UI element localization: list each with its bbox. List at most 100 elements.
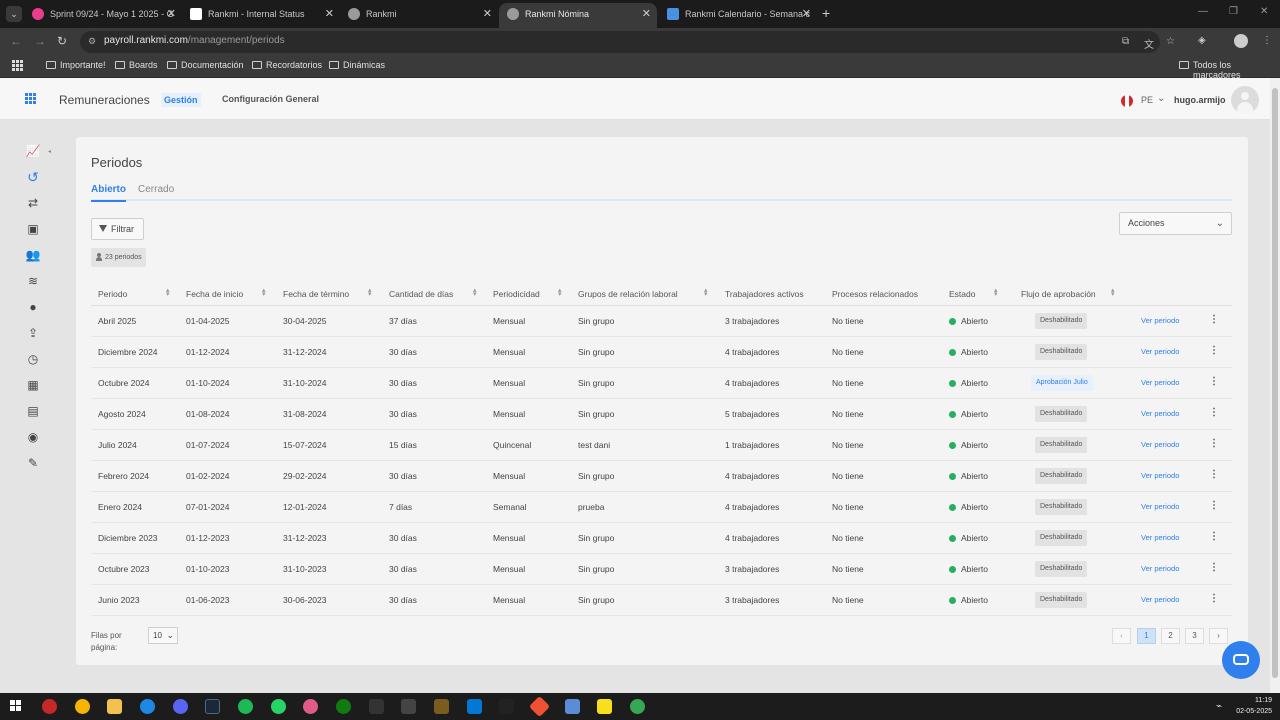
- close-window-icon[interactable]: ✕: [1260, 6, 1268, 17]
- column-header-fecha-inicio[interactable]: Fecha de inicio: [186, 289, 243, 299]
- rows-per-page-select[interactable]: 10 ⌄: [148, 627, 178, 644]
- scrollbar-thumb[interactable]: [1272, 88, 1278, 678]
- page-button-2[interactable]: 2: [1161, 628, 1180, 644]
- nav-tab-gestion[interactable]: Gestión: [161, 93, 201, 107]
- browser-profile-icon[interactable]: [1234, 34, 1248, 48]
- calculator-icon[interactable]: ▦: [25, 377, 41, 393]
- minimize-icon[interactable]: —: [1198, 6, 1208, 17]
- column-header-estado[interactable]: Estado: [949, 289, 975, 299]
- reload-icon[interactable]: ↻: [57, 34, 67, 48]
- ver-periodo-link[interactable]: Ver periodo: [1141, 316, 1179, 325]
- forward-icon[interactable]: →: [34, 34, 46, 48]
- bookmark-dinamicas[interactable]: Dinámicas: [329, 60, 385, 70]
- more-options-icon[interactable]: ⋮: [1209, 375, 1219, 389]
- more-options-icon[interactable]: ⋮: [1209, 437, 1219, 451]
- opera-icon[interactable]: [42, 699, 57, 714]
- bookmark-documentacion[interactable]: Documentación: [167, 60, 244, 70]
- avatar[interactable]: [1231, 86, 1259, 114]
- xbox-icon[interactable]: [336, 699, 351, 714]
- pen-tool-icon[interactable]: ✎: [25, 455, 41, 471]
- support-chat-button[interactable]: [1222, 641, 1260, 679]
- more-options-icon[interactable]: ⋮: [1209, 468, 1219, 482]
- chrome-profile-icon[interactable]: [630, 699, 645, 714]
- upload-file-icon[interactable]: ⇪: [25, 325, 41, 341]
- history-icon[interactable]: ↺: [25, 169, 41, 185]
- spotify-icon[interactable]: [238, 699, 253, 714]
- dashboard-chart-icon[interactable]: 📈: [25, 143, 41, 159]
- bookmark-star-icon[interactable]: ☆: [1166, 36, 1175, 47]
- ver-periodo-link[interactable]: Ver periodo: [1141, 471, 1179, 480]
- tab-search-button[interactable]: ⌄: [6, 6, 22, 22]
- table-row[interactable]: Diciembre 2024 01-12-2024 31-12-2024 30 …: [91, 337, 1232, 368]
- page-button-3[interactable]: 3: [1185, 628, 1204, 644]
- column-header-fecha-termino[interactable]: Fecha de término: [283, 289, 349, 299]
- git-icon[interactable]: [528, 695, 551, 718]
- table-row[interactable]: Enero 2024 07-01-2024 12-01-2024 7 días …: [91, 492, 1232, 523]
- circle-icon[interactable]: ●: [25, 299, 41, 315]
- translate-icon[interactable]: 文: [1144, 36, 1154, 51]
- country-selector[interactable]: PE: [1141, 95, 1153, 105]
- app-icon[interactable]: [401, 699, 416, 714]
- ver-periodo-link[interactable]: Ver periodo: [1141, 378, 1179, 387]
- ver-periodo-link[interactable]: Ver periodo: [1141, 440, 1179, 449]
- more-options-icon[interactable]: ⋮: [1209, 530, 1219, 544]
- extensions-icon[interactable]: ◈: [1198, 35, 1206, 46]
- app-icon[interactable]: [565, 699, 580, 714]
- peru-flag-icon[interactable]: [1121, 95, 1133, 107]
- app-switcher-icon[interactable]: [25, 93, 37, 105]
- column-header-periodicidad[interactable]: Periodicidad: [493, 289, 540, 299]
- sort-icon[interactable]: ▴ ▾: [473, 287, 477, 298]
- coins-icon[interactable]: ≋: [25, 273, 41, 289]
- table-row[interactable]: Febrero 2024 01-02-2024 29-02-2024 30 dí…: [91, 461, 1232, 492]
- url-bar[interactable]: ⚙ payroll.rankmi.com/management/periods …: [80, 31, 1175, 53]
- transfer-icon[interactable]: ⇄: [25, 195, 41, 211]
- ver-periodo-link[interactable]: Ver periodo: [1141, 347, 1179, 356]
- edge-icon[interactable]: [140, 699, 155, 714]
- bookmark-boards[interactable]: Boards: [115, 60, 158, 70]
- sort-icon[interactable]: ▴ ▾: [704, 287, 708, 298]
- ver-periodo-link[interactable]: Ver periodo: [1141, 409, 1179, 418]
- sort-icon[interactable]: ▴ ▾: [368, 287, 372, 298]
- prev-page-icon[interactable]: ‹: [1112, 628, 1131, 644]
- more-options-icon[interactable]: ⋮: [1209, 499, 1219, 513]
- username[interactable]: hugo.armijo: [1174, 95, 1226, 105]
- close-tab-icon[interactable]: ✕: [167, 3, 176, 25]
- apps-grid-icon[interactable]: [12, 60, 23, 71]
- more-options-icon[interactable]: ⋮: [1209, 561, 1219, 575]
- chrome-icon[interactable]: [75, 699, 90, 714]
- file-explorer-icon[interactable]: [107, 699, 122, 714]
- browser-menu-icon[interactable]: ⋮: [1262, 35, 1272, 46]
- next-page-icon[interactable]: ›: [1209, 628, 1228, 644]
- back-icon[interactable]: ←: [10, 34, 22, 48]
- tab-cerrado[interactable]: Cerrado: [138, 184, 174, 195]
- all-bookmarks[interactable]: Todos los marcadores: [1179, 60, 1280, 80]
- bookmark-recordatorios[interactable]: Recordatorios: [252, 60, 322, 70]
- more-options-icon[interactable]: ⋮: [1209, 344, 1219, 358]
- ver-periodo-link[interactable]: Ver periodo: [1141, 595, 1179, 604]
- tab-abierto[interactable]: Abierto: [91, 184, 126, 202]
- close-tab-icon[interactable]: ✕: [483, 3, 492, 25]
- windows-start-icon[interactable]: [10, 700, 22, 712]
- filter-button[interactable]: Filtrar: [91, 218, 144, 240]
- sticky-notes-icon[interactable]: [597, 699, 612, 714]
- table-row[interactable]: Agosto 2024 01-08-2024 31-08-2024 30 día…: [91, 399, 1232, 430]
- browser-tab-rankmi[interactable]: Rankmi ✕: [340, 3, 498, 28]
- column-header-periodo[interactable]: Periodo: [98, 289, 127, 299]
- rail-expand-icon[interactable]: ◂: [48, 148, 51, 155]
- page-button-1[interactable]: 1: [1137, 628, 1156, 644]
- browser-tab-sprint[interactable]: Sprint 09/24 - Mayo 1 2025 - G ✕: [24, 3, 182, 28]
- document-icon[interactable]: ▤: [25, 403, 41, 419]
- app-icon[interactable]: [303, 699, 318, 714]
- browser-tab-nomina[interactable]: Rankmi Nómina ✕: [499, 3, 657, 28]
- bookmark-importante[interactable]: Importante!: [46, 60, 106, 70]
- close-tab-icon[interactable]: ✕: [325, 3, 334, 25]
- column-header-grupos[interactable]: Grupos de relación laboral: [578, 289, 678, 299]
- column-header-cantidad-dias[interactable]: Cantidad de días: [389, 289, 453, 299]
- column-header-trabajadores[interactable]: Trabajadores activos: [725, 289, 804, 299]
- browser-tab-status[interactable]: Rankmi - Internal Status ✕: [182, 3, 340, 28]
- epic-games-icon[interactable]: [369, 699, 384, 714]
- table-row[interactable]: Junio 2023 01-06-2023 30-06-2023 30 días…: [91, 585, 1232, 616]
- actions-dropdown[interactable]: Acciones ⌄: [1119, 212, 1232, 235]
- close-tab-icon[interactable]: ✕: [802, 3, 811, 25]
- eye-icon[interactable]: ◉: [25, 429, 41, 445]
